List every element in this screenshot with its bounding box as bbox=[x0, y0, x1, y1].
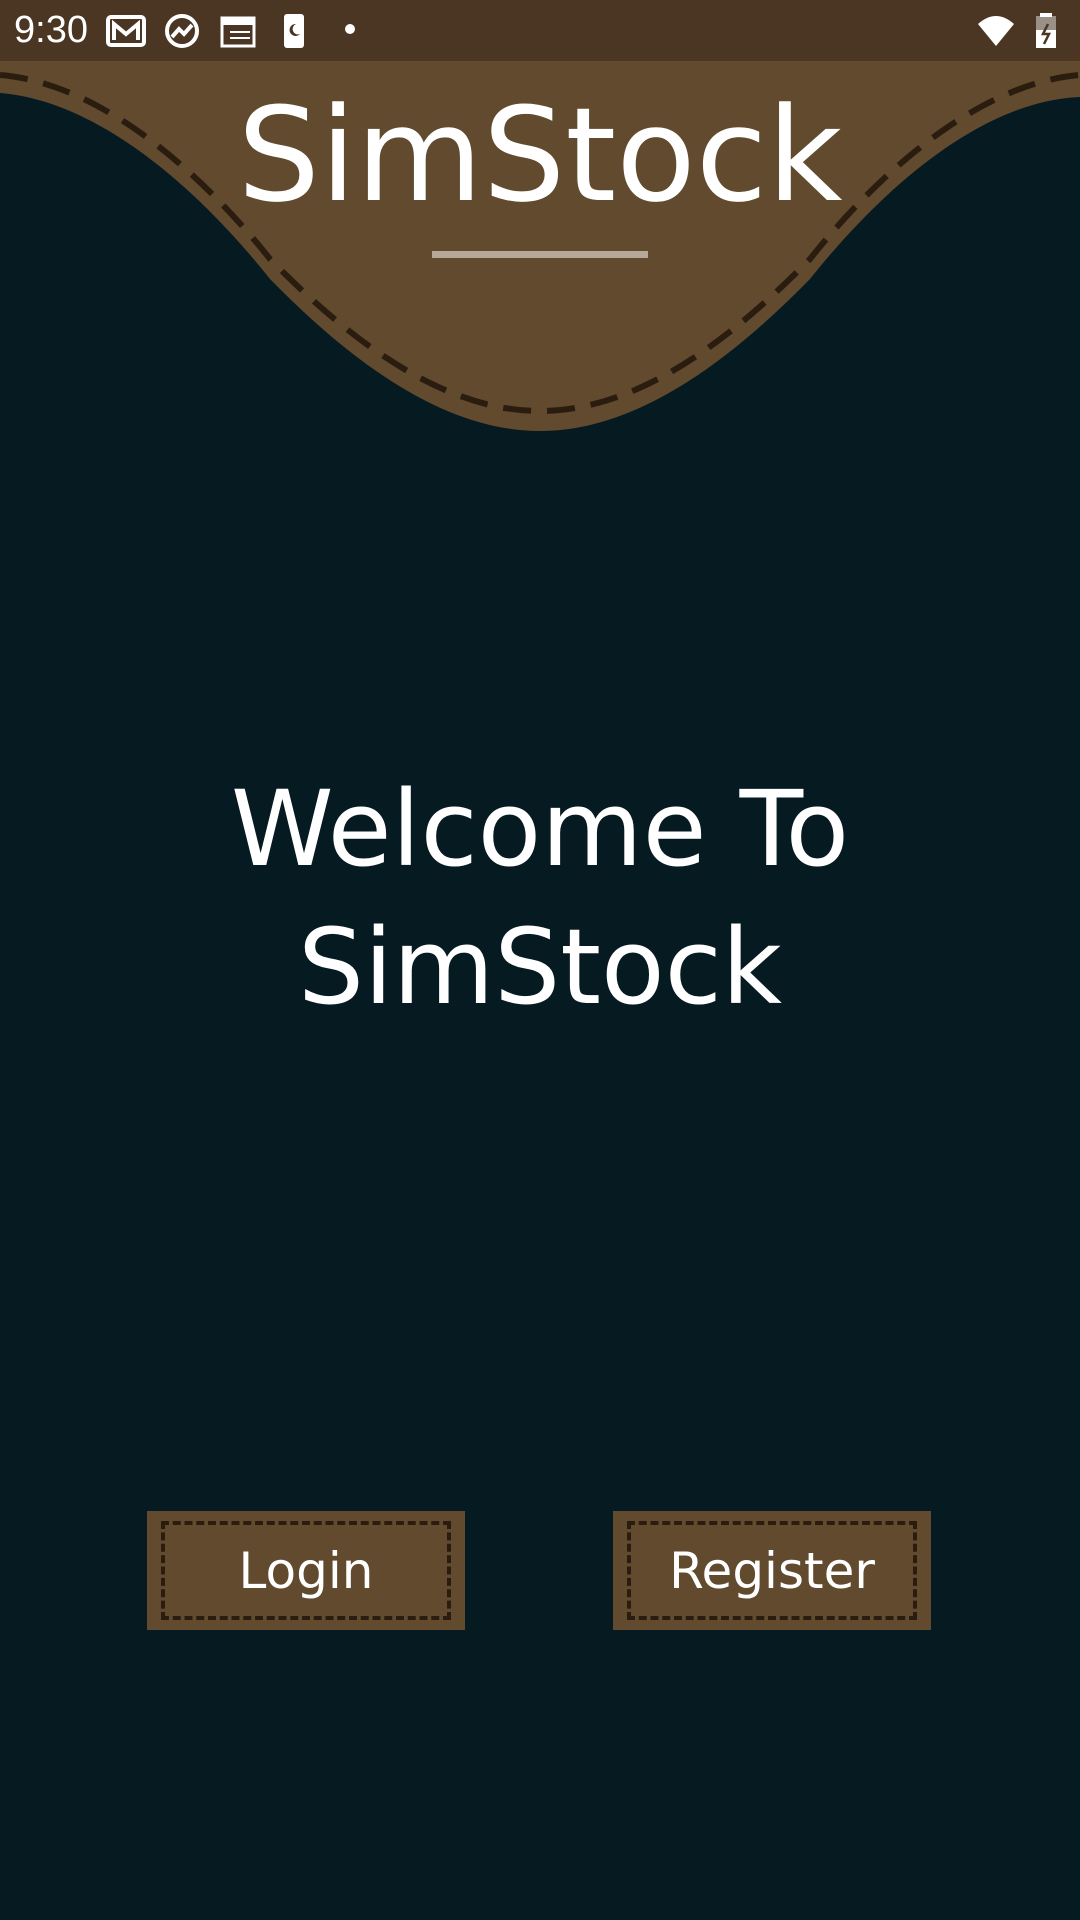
status-bar: 9:30 bbox=[0, 0, 1080, 61]
app-title: SimStock bbox=[237, 79, 843, 231]
welcome-line-2: SimStock bbox=[297, 906, 783, 1028]
status-time: 9:30 bbox=[14, 9, 88, 51]
login-button-label: Login bbox=[238, 1541, 374, 1600]
gmail-icon bbox=[106, 15, 146, 47]
wifi-icon bbox=[978, 16, 1014, 46]
dot-icon bbox=[345, 24, 355, 34]
calendar-icon bbox=[220, 16, 256, 48]
welcome-line-1: Welcome To bbox=[230, 768, 850, 890]
sync-chart-icon bbox=[165, 14, 199, 48]
register-button-label: Register bbox=[669, 1541, 875, 1600]
welcome-screen: 9:30 SimStock Welcome To SimStock Login … bbox=[0, 0, 1080, 1920]
welcome-message: Welcome To SimStock bbox=[0, 760, 1080, 1036]
battery-icon bbox=[1036, 13, 1056, 48]
login-button[interactable]: Login bbox=[147, 1511, 465, 1630]
register-button[interactable]: Register bbox=[613, 1511, 931, 1630]
title-underline bbox=[432, 251, 648, 258]
phone-sleep-icon bbox=[284, 14, 304, 48]
